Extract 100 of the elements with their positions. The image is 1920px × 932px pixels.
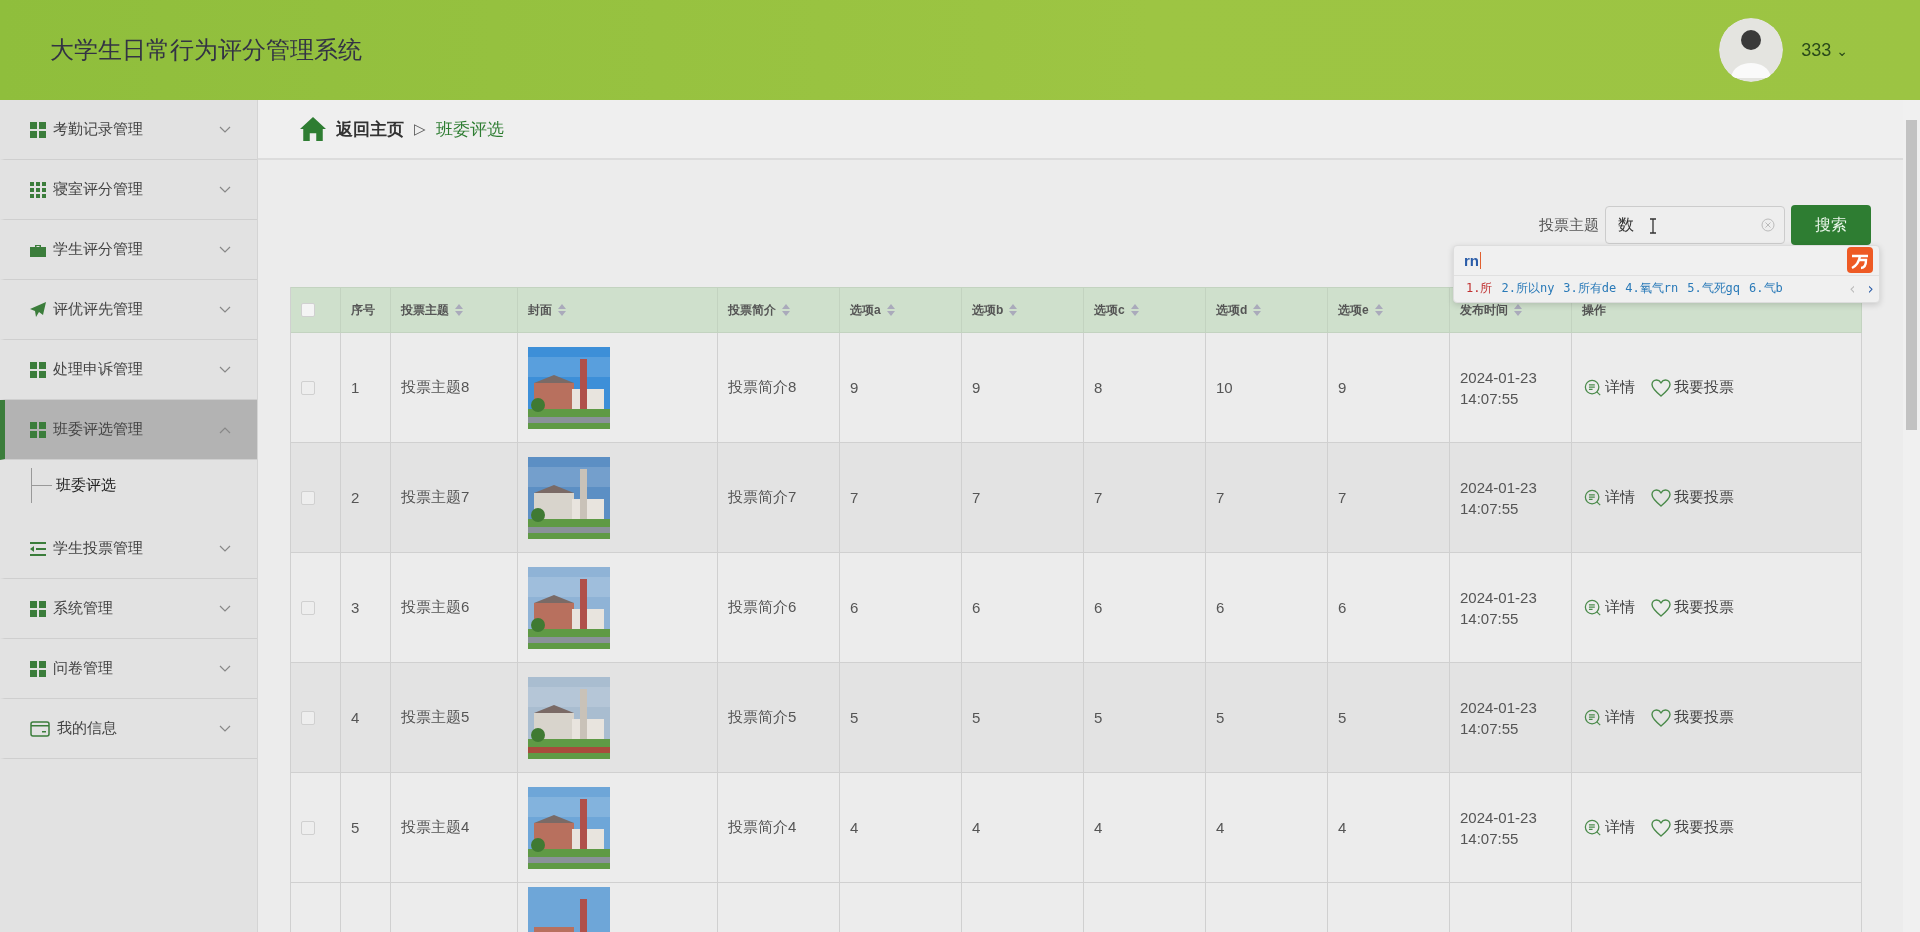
chevron-icon bbox=[219, 544, 231, 553]
table-cell: 7 bbox=[1328, 443, 1450, 553]
clear-icon[interactable] bbox=[1761, 218, 1775, 232]
sort-icon[interactable] bbox=[1130, 304, 1139, 316]
column-header[interactable]: 投票简介 bbox=[718, 287, 840, 333]
sidebar-item[interactable]: 班委评选管理 bbox=[0, 400, 257, 460]
sidebar-item[interactable]: 学生评分管理 bbox=[0, 220, 257, 280]
sort-icon[interactable] bbox=[782, 304, 790, 316]
sort-icon[interactable] bbox=[558, 304, 566, 316]
heart-icon bbox=[1651, 378, 1671, 397]
scrollbar[interactable] bbox=[1903, 100, 1920, 932]
table-cell: 9 bbox=[1328, 333, 1450, 443]
column-header[interactable]: 投票主题 bbox=[391, 287, 518, 333]
table-cell: 10 bbox=[1206, 333, 1328, 443]
detail-link[interactable]: 详情 bbox=[1584, 708, 1635, 727]
row-checkbox[interactable] bbox=[301, 600, 315, 615]
table-cell: 7 bbox=[1084, 443, 1206, 553]
table-cell: 2024-01-23 14:07:55 bbox=[1450, 333, 1572, 443]
avatar-icon[interactable] bbox=[1719, 18, 1784, 82]
home-link[interactable]: 返回主页 bbox=[336, 117, 404, 141]
chevron-icon bbox=[219, 724, 231, 733]
grid-icon bbox=[30, 181, 46, 198]
sidebar-item[interactable]: 学生投票管理 bbox=[0, 519, 257, 579]
table-cell: 7 bbox=[840, 443, 962, 553]
table-cell: 5 bbox=[962, 663, 1084, 773]
grid-icon bbox=[30, 361, 46, 378]
user-menu[interactable]: 333 ⌄ bbox=[1801, 39, 1848, 61]
column-header[interactable]: 封面 bbox=[518, 287, 718, 333]
row-checkbox[interactable] bbox=[301, 820, 315, 835]
sidebar-item[interactable]: 系统管理 bbox=[0, 579, 257, 639]
grid-icon bbox=[30, 600, 46, 617]
heart-icon bbox=[1651, 818, 1671, 837]
search-button[interactable]: 搜索 bbox=[1791, 205, 1871, 245]
column-header[interactable]: 序号 bbox=[341, 287, 391, 333]
sidebar-item[interactable]: 寝室评分管理 bbox=[0, 160, 257, 220]
vote-link[interactable]: 我要投票 bbox=[1651, 488, 1734, 507]
table-cell: 投票主题4 bbox=[391, 773, 518, 883]
column-header[interactable]: 选项a bbox=[840, 287, 962, 333]
app-title: 大学生日常行为评分管理系统 bbox=[50, 35, 362, 65]
table-cell: 6 bbox=[1084, 553, 1206, 663]
row-checkbox[interactable] bbox=[301, 710, 315, 725]
vote-link[interactable]: 我要投票 bbox=[1651, 708, 1734, 727]
comment-icon bbox=[1584, 708, 1602, 727]
table-cell: 4 bbox=[962, 773, 1084, 883]
table-cell: 6 bbox=[962, 553, 1084, 663]
detail-link[interactable]: 详情 bbox=[1584, 488, 1635, 507]
table-cell: 投票简介5 bbox=[718, 663, 840, 773]
row-checkbox[interactable] bbox=[301, 380, 315, 395]
column-header[interactable]: 选项e bbox=[1328, 287, 1450, 333]
table-cell: 5 bbox=[341, 773, 391, 883]
table-cell: 5 bbox=[1084, 663, 1206, 773]
table-cell: 3 bbox=[341, 553, 391, 663]
vote-link[interactable]: 我要投票 bbox=[1651, 378, 1734, 397]
ime-logo-icon bbox=[1847, 247, 1873, 274]
home-icon[interactable] bbox=[300, 117, 326, 141]
detail-link[interactable]: 详情 bbox=[1584, 598, 1635, 617]
text-cursor-icon bbox=[1649, 218, 1657, 234]
breadcrumb-current: 班委评选 bbox=[435, 118, 504, 141]
sort-icon[interactable] bbox=[1514, 304, 1522, 316]
table-cell: 投票简介4 bbox=[718, 773, 840, 883]
comment-icon bbox=[1584, 488, 1602, 507]
table-cell: 2 bbox=[341, 443, 391, 553]
sort-icon[interactable] bbox=[1253, 304, 1262, 316]
sort-icon[interactable] bbox=[455, 304, 463, 316]
sidebar-item[interactable]: 考勤记录管理 bbox=[0, 100, 257, 160]
breadcrumb-separator: ▷ bbox=[414, 120, 426, 138]
table-cell: 4 bbox=[1328, 773, 1450, 883]
select-all-checkbox[interactable] bbox=[301, 303, 315, 317]
scrollbar-thumb[interactable] bbox=[1906, 120, 1917, 430]
chevron-icon bbox=[219, 185, 231, 194]
comment-icon bbox=[1584, 818, 1602, 837]
sidebar-item[interactable]: 我的信息 bbox=[0, 699, 257, 759]
column-header[interactable]: 选项c bbox=[1084, 287, 1206, 333]
table-cell: 投票主题6 bbox=[391, 553, 518, 663]
vote-link[interactable]: 我要投票 bbox=[1651, 818, 1734, 837]
detail-link[interactable]: 详情 bbox=[1584, 378, 1635, 397]
heart-icon bbox=[1651, 708, 1671, 727]
sort-icon[interactable] bbox=[1374, 304, 1383, 316]
column-header[interactable]: 选项d bbox=[1206, 287, 1328, 333]
row-checkbox[interactable] bbox=[301, 490, 315, 505]
list-icon bbox=[30, 540, 46, 557]
table-cell: 8 bbox=[1084, 333, 1206, 443]
grid-icon bbox=[30, 121, 46, 138]
paper-plane-icon bbox=[30, 301, 46, 318]
chevron-icon bbox=[219, 305, 231, 314]
sidebar-item[interactable]: 问卷管理 bbox=[0, 639, 257, 699]
next-page-button[interactable]: › bbox=[1865, 279, 1875, 298]
vote-link[interactable]: 我要投票 bbox=[1651, 598, 1734, 617]
search-field[interactable]: 数 bbox=[1605, 206, 1785, 244]
sort-icon[interactable] bbox=[1009, 304, 1018, 316]
table-cell: 投票主题5 bbox=[391, 663, 518, 773]
sidebar-item[interactable]: 评优评先管理 bbox=[0, 280, 257, 340]
column-header[interactable]: 选项b bbox=[962, 287, 1084, 333]
detail-link[interactable]: 详情 bbox=[1584, 818, 1635, 837]
table-cell: 7 bbox=[962, 443, 1084, 553]
chevron-icon bbox=[219, 664, 231, 673]
grid-icon bbox=[30, 421, 46, 438]
table-cell: 4 bbox=[840, 773, 962, 883]
sort-icon[interactable] bbox=[886, 304, 895, 316]
table-cell: 4 bbox=[341, 663, 391, 773]
